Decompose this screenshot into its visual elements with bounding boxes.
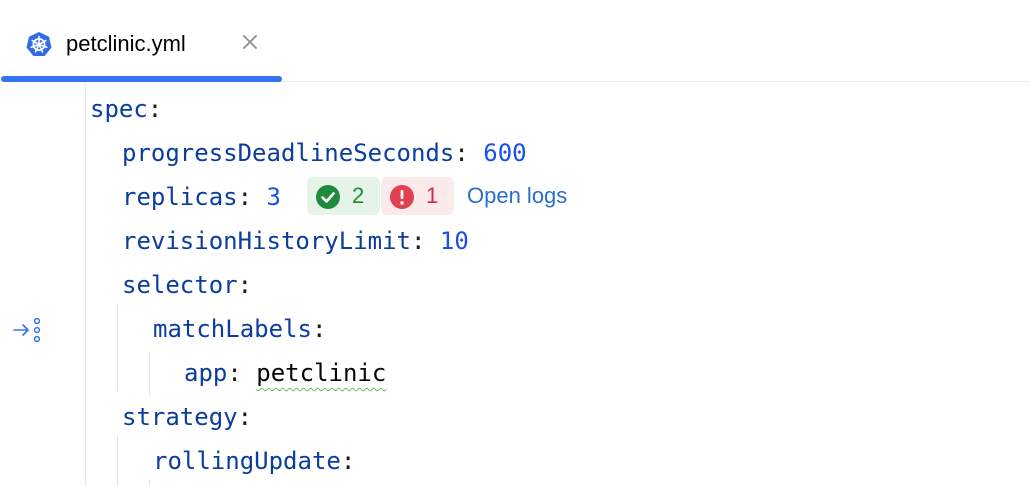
yaml-separator: : bbox=[147, 95, 163, 123]
yaml-key: replicas bbox=[122, 183, 238, 211]
yaml-separator: : bbox=[237, 403, 253, 431]
yaml-value: petclinic bbox=[256, 359, 387, 387]
yaml-separator: : bbox=[227, 359, 257, 387]
ready-pods-badge[interactable]: 2 bbox=[307, 177, 380, 215]
active-tab-indicator bbox=[1, 76, 282, 82]
yaml-key: progressDeadlineSeconds bbox=[122, 139, 455, 167]
yaml-separator: : bbox=[340, 447, 356, 475]
yaml-separator: : bbox=[237, 271, 253, 299]
ready-pods-count: 2 bbox=[352, 183, 365, 208]
yaml-key: app bbox=[184, 359, 228, 387]
yaml-key: rollingUpdate bbox=[153, 447, 341, 475]
yaml-key: matchLabels bbox=[153, 315, 312, 343]
error-circle-icon bbox=[390, 185, 414, 209]
failed-pods-count: 1 bbox=[426, 183, 439, 208]
code-line: strategy: bbox=[122, 395, 252, 439]
yaml-separator: : bbox=[311, 315, 327, 343]
failed-pods-badge[interactable]: 1 bbox=[381, 177, 454, 215]
code-line: selector: bbox=[122, 263, 252, 307]
open-logs-link[interactable]: Open logs bbox=[467, 177, 567, 215]
code-editor[interactable]: spec: progressDeadlineSeconds: 600 repli… bbox=[0, 83, 1030, 486]
code-line: matchLabels: bbox=[153, 307, 326, 351]
editor-tab-bar: petclinic.yml bbox=[0, 0, 1030, 82]
indent-guide bbox=[149, 351, 150, 395]
check-circle-icon bbox=[316, 185, 340, 209]
yaml-key: strategy bbox=[122, 403, 238, 431]
indent-guide bbox=[117, 303, 118, 391]
yaml-value: 600 bbox=[483, 139, 527, 167]
code-line: progressDeadlineSeconds: 600 bbox=[122, 131, 527, 175]
yaml-separator: : bbox=[237, 183, 267, 211]
yaml-value: 10 bbox=[439, 227, 469, 255]
kubernetes-icon bbox=[26, 32, 52, 56]
yaml-key: spec bbox=[90, 95, 148, 123]
tab-petclinic-yml[interactable]: petclinic.yml bbox=[0, 0, 282, 82]
code-line: app: petclinic bbox=[184, 351, 386, 395]
yaml-separator: : bbox=[454, 139, 484, 167]
indent-guide bbox=[149, 479, 150, 486]
close-icon[interactable] bbox=[238, 30, 262, 54]
code-line: rollingUpdate: bbox=[153, 439, 355, 483]
yaml-value: 3 bbox=[266, 183, 281, 211]
code-line: spec: bbox=[90, 87, 162, 131]
code-line: replicas: 3 bbox=[122, 175, 281, 219]
tab-title: petclinic.yml bbox=[66, 31, 186, 56]
gutter-divider bbox=[85, 83, 86, 486]
indent-guide bbox=[117, 435, 118, 486]
code-line: revisionHistoryLimit: 10 bbox=[122, 219, 469, 263]
yaml-separator: : bbox=[410, 227, 440, 255]
yaml-key: revisionHistoryLimit bbox=[122, 227, 411, 255]
navigate-to-labels-icon[interactable] bbox=[13, 315, 43, 345]
yaml-key: selector bbox=[122, 271, 238, 299]
